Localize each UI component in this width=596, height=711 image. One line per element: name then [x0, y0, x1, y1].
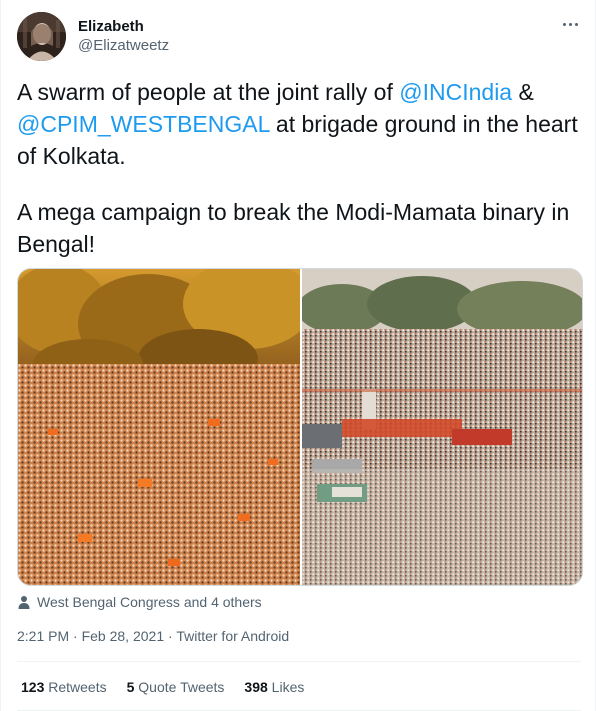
meta-separator: ·: [164, 628, 177, 644]
crowd-photo-image: [18, 269, 300, 585]
tagged-users[interactable]: West Bengal Congress and 4 others: [17, 593, 262, 611]
tweet-meta: 2:21 PM · Feb 28, 2021 · Twitter for And…: [17, 627, 289, 645]
tweet-paragraph-1: A swarm of people at the joint rally of …: [17, 76, 583, 172]
text-segment: &: [512, 79, 534, 105]
tweet-paragraph-2: A mega campaign to break the Modi-Mamata…: [17, 199, 570, 257]
tweet-time[interactable]: 2:21 PM: [17, 628, 69, 644]
tweet-header: Elizabeth @Elizatweetz: [17, 12, 581, 64]
ellipsis-icon: [563, 23, 566, 26]
tweet-stats: 123 Retweets 5 Quote Tweets 398 Likes: [21, 677, 324, 697]
tweet-text: A swarm of people at the joint rally of …: [17, 76, 583, 260]
ellipsis-dot: [575, 23, 578, 26]
mention-cpim-westbengal[interactable]: @CPIM_WESTBENGAL: [17, 111, 270, 137]
likes-count: 398: [244, 679, 268, 695]
retweets-label: Retweets: [44, 679, 107, 695]
retweets-stat[interactable]: 123 Retweets: [21, 677, 107, 697]
meta-separator: ·: [69, 628, 82, 644]
divider: [17, 661, 581, 662]
user-names: Elizabeth @Elizatweetz: [78, 17, 169, 55]
media-photo-2[interactable]: [302, 269, 582, 585]
tweet-date[interactable]: Feb 28, 2021: [82, 628, 165, 644]
aerial-crowd-image: [302, 269, 582, 585]
likes-label: Likes: [267, 679, 305, 695]
ellipsis-dot: [569, 23, 572, 26]
tweet-card: Elizabeth @Elizatweetz A swarm of people…: [0, 0, 596, 711]
mention-incindia[interactable]: @INCIndia: [399, 79, 512, 105]
media-photo-1[interactable]: [18, 269, 300, 585]
text-segment: A swarm of people at the joint rally of: [17, 79, 400, 105]
quote-tweets-label: Quote Tweets: [134, 679, 225, 695]
tagged-users-text: West Bengal Congress and 4 others: [37, 594, 262, 610]
user-handle[interactable]: @Elizatweetz: [78, 36, 169, 55]
more-options-button[interactable]: [561, 14, 581, 34]
person-icon: [18, 596, 30, 609]
quote-tweets-stat[interactable]: 5 Quote Tweets: [127, 677, 225, 697]
tweet-source[interactable]: Twitter for Android: [176, 628, 289, 644]
retweets-count: 123: [21, 679, 45, 695]
likes-stat[interactable]: 398 Likes: [244, 677, 304, 697]
avatar[interactable]: [17, 12, 66, 61]
avatar-photo-icon: [17, 12, 66, 61]
tweet-media: [17, 268, 583, 586]
display-name[interactable]: Elizabeth: [78, 17, 169, 36]
